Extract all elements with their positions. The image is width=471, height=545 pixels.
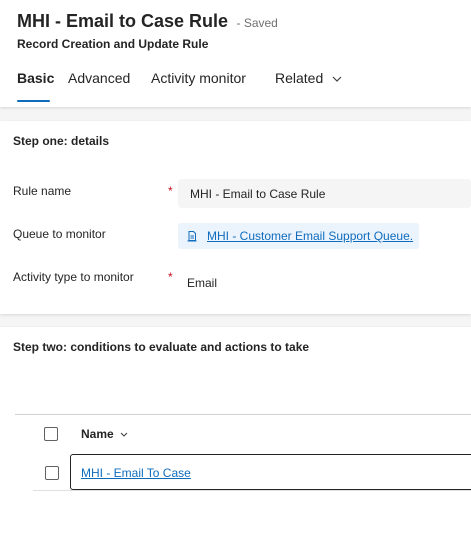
queue-label: Queue to monitor [13,227,106,241]
page-title: MHI - Email to Case Rule [17,11,229,31]
tab-activity-monitor[interactable]: Activity monitor [151,70,246,86]
column-header-name-label: Name [81,427,114,441]
step-two-title: Step two: conditions to evaluate and act… [13,340,310,354]
tab-basic[interactable]: Basic [17,70,55,102]
rule-name-field[interactable]: MHI - Email to Case Rule [178,179,471,208]
tab-advanced-label: Advanced [68,70,131,86]
title-row: MHI - Email to Case Rule - Saved [17,11,278,32]
rule-name-required-marker: * [168,184,173,198]
queue-lookup-tag[interactable]: MHI - Customer Email Support Queue. [178,223,420,249]
tab-related[interactable]: Related [275,70,342,86]
table-row[interactable]: MHI - Email To Case [70,454,471,490]
queue-icon [187,231,197,242]
form-subtitle: Record Creation and Update Rule [17,37,209,51]
row-name-link[interactable]: MHI - Email To Case [81,466,191,480]
select-all-checkbox[interactable] [44,427,58,441]
tab-basic-label: Basic [17,70,55,86]
active-tab-indicator [17,100,50,102]
queue-link[interactable]: MHI - Customer Email Support Queue. [207,223,413,249]
tab-related-label: Related [275,70,324,86]
chevron-down-icon [332,76,342,83]
row-checkbox[interactable] [45,466,59,480]
activity-type-label: Activity type to monitor [13,270,134,284]
row-divider [33,490,471,491]
grid-top-divider [15,414,471,415]
rule-name-label: Rule name [13,184,72,198]
column-header-name[interactable]: Name [81,427,128,441]
tab-activity-monitor-label: Activity monitor [151,70,246,86]
save-status: - Saved [236,16,278,30]
step-two-section: Step two: conditions to evaluate and act… [0,327,471,545]
sort-chevron-icon [120,432,128,438]
tab-advanced[interactable]: Advanced [68,70,130,86]
activity-type-required-marker: * [168,270,173,284]
step-one-section: Step one: details Rule name * MHI - Emai… [0,121,471,314]
step-one-title: Step one: details [13,134,110,148]
rule-name-value: MHI - Email to Case Rule [190,187,326,201]
activity-type-value: Email [187,276,218,290]
form-header: MHI - Email to Case Rule - Saved Record … [0,0,471,107]
